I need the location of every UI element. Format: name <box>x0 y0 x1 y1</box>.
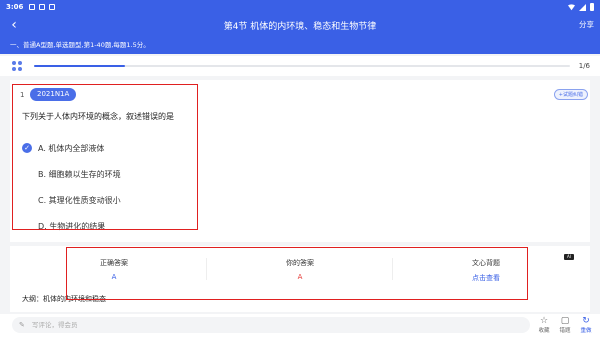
status-time: 3:06 <box>6 3 24 11</box>
question-card: 1 2021N1A +试题纠错 下列关于人体内环境的概念，叙述错误的是 ✓ A.… <box>10 80 590 242</box>
your-answer-label: 你的答案 <box>286 259 314 267</box>
report-error-button[interactable]: +试题纠错 <box>553 89 588 100</box>
pencil-icon: ✎ <box>19 321 25 329</box>
ai-recite-link[interactable]: 点击查看 <box>426 273 546 283</box>
star-icon: ☆ <box>539 316 549 326</box>
status-bar: 3:06 <box>0 0 600 14</box>
progress-fill <box>34 65 126 67</box>
question-tag: 2021N1A <box>30 88 77 101</box>
image-icon <box>39 4 46 10</box>
app-header: ‹ 第4节 机体的内环境、稳态和生物节律 分享 <box>0 14 600 36</box>
option-c-label: C. 其理化性质变动很小 <box>38 195 121 205</box>
correct-answer-label: 正确答案 <box>100 259 128 267</box>
correct-answer-value: A <box>111 273 117 281</box>
ai-badge: AI <box>564 254 574 260</box>
ai-recite: 文心背题 点击查看 <box>426 258 546 283</box>
clipboard-icon: ▢ <box>560 316 570 326</box>
page-counter: 1/6 <box>578 62 590 70</box>
option-d-label: D. 生物进化的结果 <box>38 221 106 231</box>
signal-icon <box>579 3 586 11</box>
page-title: 第4节 机体的内环境、稳态和生物节律 <box>223 21 377 32</box>
redo-icon: ↻ <box>582 316 590 326</box>
option-b[interactable]: B. 细胞赖以生存的环境 <box>22 166 121 182</box>
option-b-label: B. 细胞赖以生存的环境 <box>38 169 121 179</box>
back-chevron-icon[interactable]: ‹ <box>6 16 22 34</box>
option-c[interactable]: C. 其理化性质变动很小 <box>22 192 121 208</box>
notification-icon <box>29 4 36 10</box>
option-a[interactable]: ✓ A. 机体内全部液体 <box>22 140 104 156</box>
question-stem: 下列关于人体内环境的概念，叙述错误的是 <box>22 112 174 121</box>
answer-card: 正确答案 A 你的答案 A 文心背题 点击查看 AI 大纲：机体的内环境和稳态 <box>10 246 590 312</box>
ai-recite-label: 文心背题 <box>472 259 500 267</box>
correct-answer: 正确答案 A <box>54 258 174 281</box>
option-a-label: A. 机体内全部液体 <box>38 143 105 153</box>
your-answer: 你的答案 A <box>240 258 360 281</box>
question-grid-icon[interactable] <box>12 61 22 71</box>
wrong-questions-button[interactable]: ▢ 错题 <box>556 316 574 334</box>
sim-icon <box>49 4 56 10</box>
bottom-bar: ✎ 写评论，得会员 ☆ 收藏 ▢ 错题 ↻ 重做 <box>0 314 600 337</box>
share-button[interactable]: 分享 <box>579 19 594 30</box>
battery-icon <box>590 3 594 11</box>
option-d[interactable]: D. 生物进化的结果 <box>22 218 105 234</box>
your-answer-value: A <box>297 273 303 281</box>
question-number: 1 <box>20 91 25 99</box>
favorite-button[interactable]: ☆ 收藏 <box>535 316 553 334</box>
redo-button[interactable]: ↻ 重做 <box>577 316 595 334</box>
comment-placeholder: 写评论，得会员 <box>32 321 78 329</box>
progress-bar <box>34 65 570 67</box>
wifi-icon <box>568 3 575 10</box>
comment-input[interactable]: ✎ 写评论，得会员 <box>12 317 530 333</box>
progress-row: 1/6 <box>0 56 600 76</box>
section-notice: 一、普通A型题,单选题型,第1-40题,每题1.5分。 <box>0 36 600 54</box>
syllabus-outline: 大纲：机体的内环境和稳态 <box>22 295 106 303</box>
check-icon: ✓ <box>22 143 32 153</box>
